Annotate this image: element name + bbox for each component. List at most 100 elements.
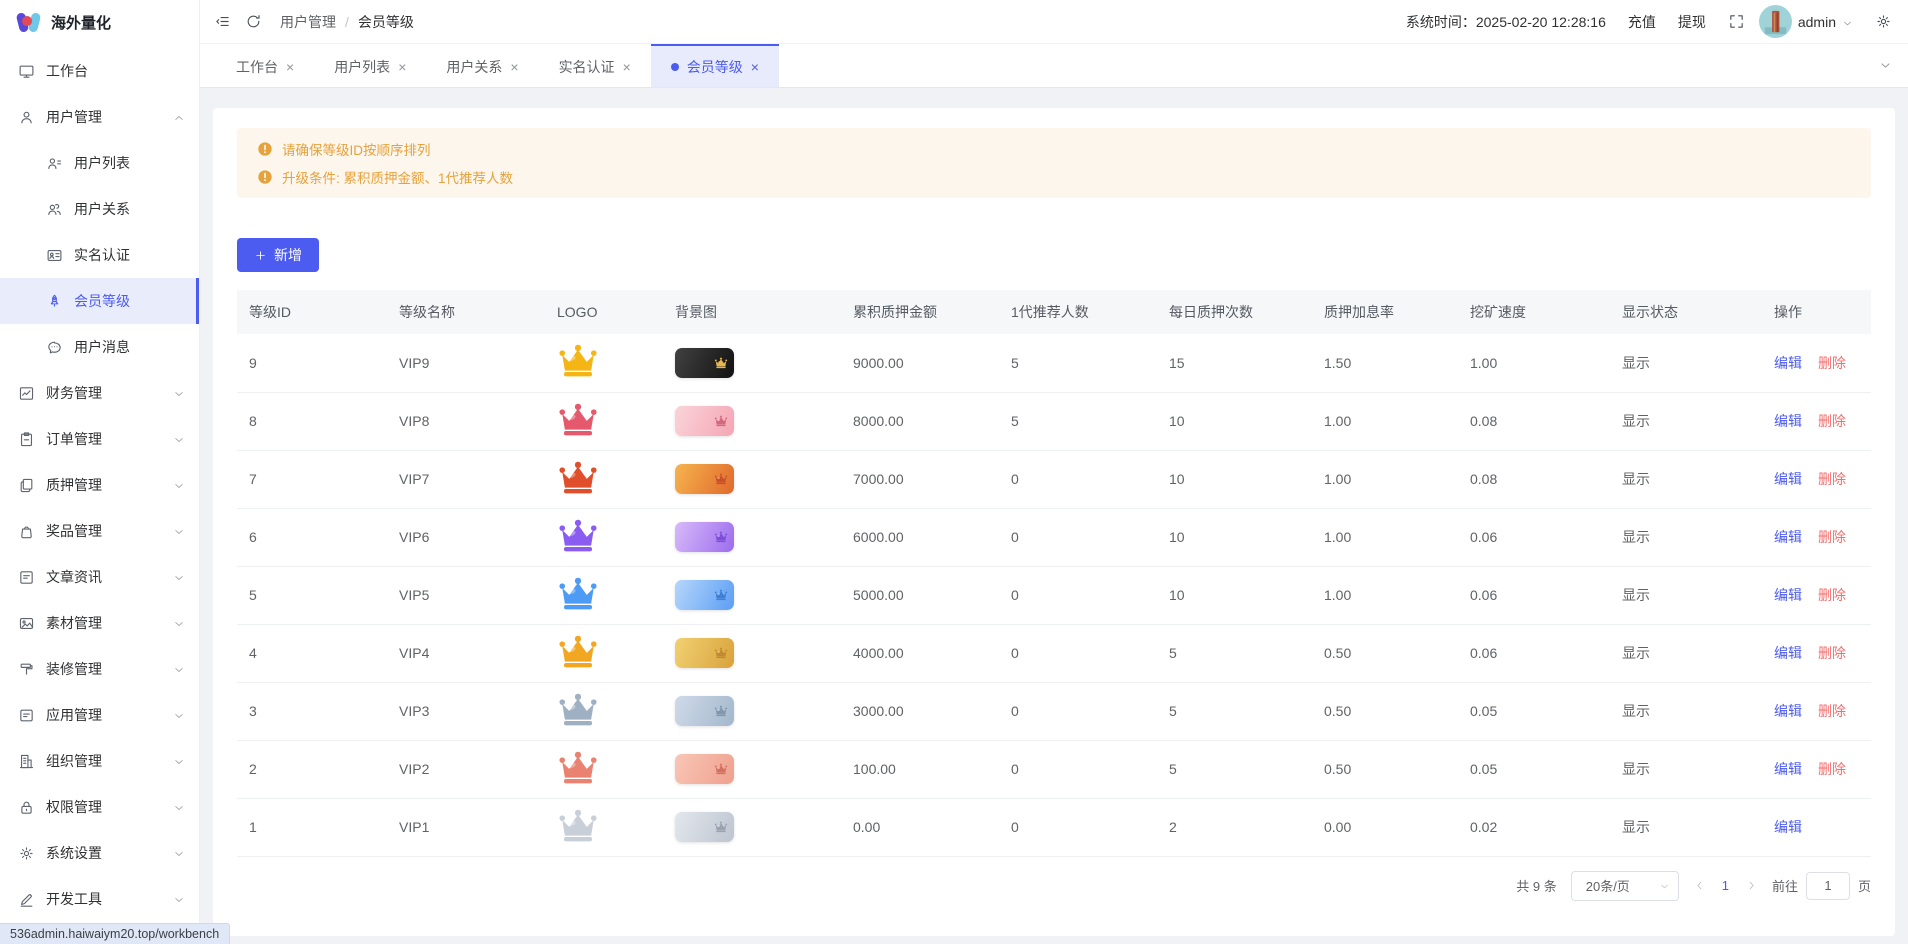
- cell-referrals: 5: [999, 334, 1157, 392]
- page-size-select[interactable]: 20条/页: [1571, 871, 1679, 901]
- delete-link[interactable]: 删除: [1818, 645, 1846, 661]
- sidebar-item-订单管理[interactable]: 订单管理: [0, 416, 199, 462]
- prev-page-button[interactable]: [1693, 879, 1706, 892]
- sidebar-item-财务管理[interactable]: 财务管理: [0, 370, 199, 416]
- sidebar-item-开发工具[interactable]: 开发工具: [0, 876, 199, 922]
- edit-link[interactable]: 编辑: [1774, 645, 1802, 661]
- sidebar-item-素材管理[interactable]: 素材管理: [0, 600, 199, 646]
- page-number[interactable]: 1: [1720, 878, 1731, 893]
- chevron-down-icon: [173, 801, 185, 813]
- delete-link[interactable]: 删除: [1818, 355, 1846, 371]
- edit-link[interactable]: 编辑: [1774, 413, 1802, 429]
- cell-name: VIP5: [387, 566, 545, 624]
- sidebar-item-用户管理[interactable]: 用户管理: [0, 94, 199, 140]
- edit-link[interactable]: 编辑: [1774, 703, 1802, 719]
- delete-link[interactable]: 删除: [1818, 529, 1846, 545]
- edit-link[interactable]: 编辑: [1774, 355, 1802, 371]
- sidebar-item-工作台[interactable]: 工作台: [0, 48, 199, 94]
- realname-icon: [46, 247, 63, 264]
- sidebar-item-label: 用户管理: [46, 107, 102, 127]
- cell-logo: [545, 682, 663, 740]
- alert-message: 升级条件: 累积质押金额、1代推荐人数: [257, 167, 1851, 187]
- active-tab-dot-icon: [671, 63, 679, 71]
- alert-message: 请确保等级ID按顺序排列: [257, 139, 1851, 159]
- column-header-logo: LOGO: [545, 290, 663, 334]
- close-icon[interactable]: ×: [623, 60, 631, 74]
- level-background-image: [675, 812, 734, 842]
- cell-rate: 0.50: [1312, 740, 1458, 798]
- fullscreen-icon[interactable]: [1728, 13, 1745, 30]
- sidebar-item-系统设置[interactable]: 系统设置: [0, 830, 199, 876]
- sidebar-item-用户列表[interactable]: 用户列表: [0, 140, 199, 186]
- sidebar-item-实名认证[interactable]: 实名认证: [0, 232, 199, 278]
- next-page-button[interactable]: [1745, 879, 1758, 892]
- sidebar-item-label: 用户列表: [74, 153, 130, 173]
- level-background-image: [675, 464, 734, 494]
- cell-name: VIP2: [387, 740, 545, 798]
- sidebar-item-奖品管理[interactable]: 奖品管理: [0, 508, 199, 554]
- column-header-name: 等级名称: [387, 290, 545, 334]
- close-icon[interactable]: ×: [751, 60, 759, 74]
- delete-link[interactable]: 删除: [1818, 587, 1846, 603]
- edit-link[interactable]: 编辑: [1774, 819, 1802, 835]
- cell-amount: 0.00: [841, 798, 999, 856]
- tab-会员等级[interactable]: 会员等级×: [651, 44, 779, 87]
- sidebar-item-权限管理[interactable]: 权限管理: [0, 784, 199, 830]
- cell-id: 3: [237, 682, 387, 740]
- sidebar-item-应用管理[interactable]: 应用管理: [0, 692, 199, 738]
- tab-实名认证[interactable]: 实名认证×: [539, 44, 651, 87]
- cell-referrals: 5: [999, 392, 1157, 450]
- article-icon: [18, 569, 35, 586]
- cell-speed: 0.05: [1458, 682, 1610, 740]
- table-row: 5VIP55000.000101.000.06显示编辑删除: [237, 566, 1871, 624]
- delete-link[interactable]: 删除: [1818, 413, 1846, 429]
- edit-link[interactable]: 编辑: [1774, 529, 1802, 545]
- delete-link[interactable]: 删除: [1818, 761, 1846, 777]
- close-icon[interactable]: ×: [286, 60, 294, 74]
- sidebar-item-用户关系[interactable]: 用户关系: [0, 186, 199, 232]
- sidebar-item-文章资讯[interactable]: 文章资讯: [0, 554, 199, 600]
- settings-gear-icon[interactable]: [1875, 13, 1892, 30]
- level-background-image: [675, 754, 734, 784]
- sidebar-item-用户消息[interactable]: 用户消息: [0, 324, 199, 370]
- chevron-down-icon: [1842, 16, 1853, 27]
- app-window: 海外量化 工作台用户管理用户列表用户关系实名认证会员等级用户消息财务管理订单管理…: [0, 0, 1908, 944]
- withdraw-button[interactable]: 提现: [1678, 12, 1706, 32]
- avatar[interactable]: [1759, 5, 1792, 38]
- sidebar-item-装修管理[interactable]: 装修管理: [0, 646, 199, 692]
- delete-link[interactable]: 删除: [1818, 703, 1846, 719]
- cell-daily: 5: [1157, 740, 1312, 798]
- tabs-more-button[interactable]: [1863, 44, 1908, 87]
- user-message-icon: [46, 339, 63, 356]
- sidebar-item-label: 应用管理: [46, 705, 102, 725]
- collapse-sidebar-icon[interactable]: [214, 13, 231, 30]
- recharge-button[interactable]: 充值: [1628, 12, 1656, 32]
- cell-name: VIP1: [387, 798, 545, 856]
- close-icon[interactable]: ×: [398, 60, 406, 74]
- cell-daily: 2: [1157, 798, 1312, 856]
- cell-referrals: 0: [999, 624, 1157, 682]
- edit-link[interactable]: 编辑: [1774, 587, 1802, 603]
- goto-page-input[interactable]: [1806, 872, 1850, 900]
- tab-用户列表[interactable]: 用户列表×: [314, 44, 426, 87]
- sidebar-item-组织管理[interactable]: 组织管理: [0, 738, 199, 784]
- cell-referrals: 0: [999, 450, 1157, 508]
- tab-用户关系[interactable]: 用户关系×: [426, 44, 538, 87]
- cell-id: 2: [237, 740, 387, 798]
- edit-link[interactable]: 编辑: [1774, 761, 1802, 777]
- user-menu[interactable]: admin: [1759, 5, 1853, 38]
- refresh-icon[interactable]: [245, 13, 262, 30]
- alert-text: 升级条件: 累积质押金额、1代推荐人数: [282, 167, 513, 187]
- add-button[interactable]: 新增: [237, 238, 319, 272]
- tabbar: 工作台×用户列表×用户关系×实名认证×会员等级×: [200, 44, 1908, 88]
- breadcrumb-parent[interactable]: 用户管理: [280, 12, 336, 32]
- sidebar-item-质押管理[interactable]: 质押管理: [0, 462, 199, 508]
- edit-link[interactable]: 编辑: [1774, 471, 1802, 487]
- tab-工作台[interactable]: 工作台×: [216, 44, 314, 87]
- delete-link[interactable]: 删除: [1818, 471, 1846, 487]
- chevron-down-icon: [173, 893, 185, 905]
- close-icon[interactable]: ×: [510, 60, 518, 74]
- cell-amount: 9000.00: [841, 334, 999, 392]
- pagination: 共 9 条 20条/页 1 前往 页: [237, 871, 1871, 901]
- sidebar-item-会员等级[interactable]: 会员等级: [0, 278, 199, 324]
